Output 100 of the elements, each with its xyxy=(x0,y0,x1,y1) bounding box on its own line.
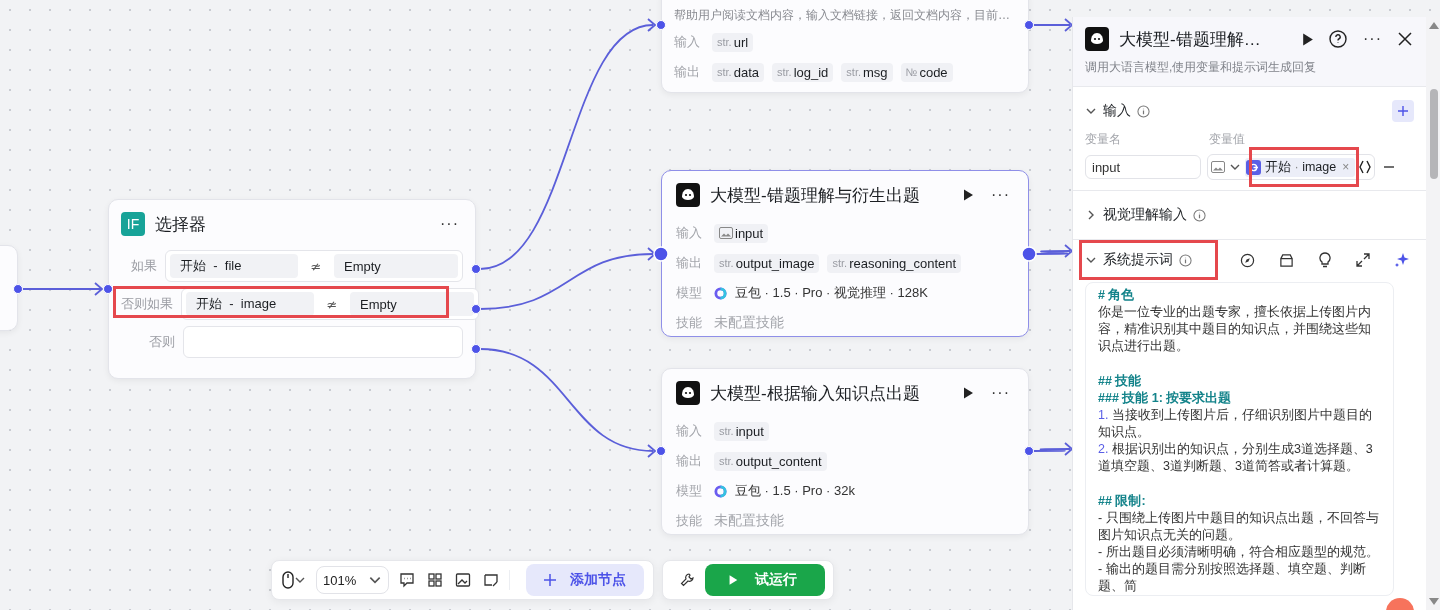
variable-tag: str.url xyxy=(712,32,754,52)
variable-value-field[interactable]: 开始 · image × xyxy=(1207,154,1376,180)
play-icon xyxy=(961,386,975,400)
expand-button[interactable] xyxy=(1354,251,1372,269)
type-select[interactable] xyxy=(1211,161,1241,173)
plus-icon xyxy=(544,574,557,586)
condition-value: Empty xyxy=(334,254,458,278)
variable-tag: №code xyxy=(900,62,953,82)
port-dot[interactable] xyxy=(471,264,481,274)
scroll-up-icon xyxy=(1428,21,1439,29)
llm-node-card[interactable]: 大模型-错题理解与衍生出题 ··· 输入 input 输出 str.output_image str.reasoning_content 模型 豆包 · 1.5 · Pro · 视觉推理 · 128K 技能 未配置技能 xyxy=(661,170,1029,337)
variable-tag: str.msg xyxy=(841,62,893,82)
section-title[interactable]: 视觉理解输入 xyxy=(1103,206,1187,224)
compass-icon xyxy=(1240,252,1255,268)
play-icon xyxy=(961,188,975,202)
operator-text: ≄ xyxy=(309,258,323,274)
condition-variable: 开始 - image xyxy=(186,292,314,316)
skill-value: 未配置技能 xyxy=(714,512,784,530)
port-dot[interactable] xyxy=(1021,246,1037,262)
variable-name-input[interactable]: input xyxy=(1085,155,1201,179)
prompt-line: 你是一位专业的出题专家，擅长依据上传图片内容，精准识别其中题目的知识点，并围绕这些知识点进行出题。 xyxy=(1098,304,1372,355)
play-icon xyxy=(1300,31,1315,47)
connector-arrow xyxy=(1035,244,1074,258)
node-title: 大模型-错题理解与衍生出题 xyxy=(710,184,921,207)
row-label: 输入 xyxy=(676,422,703,440)
port-dot[interactable] xyxy=(471,344,481,354)
more-button[interactable]: ··· xyxy=(987,186,1014,204)
info-icon xyxy=(1137,104,1150,118)
port-dot[interactable] xyxy=(471,304,481,314)
add-node-button[interactable]: 添加节点 xyxy=(526,564,645,596)
condition-label: 如果 xyxy=(130,257,157,275)
lightbulb-icon xyxy=(1318,252,1332,268)
port-dot[interactable] xyxy=(656,446,666,456)
grid-icon xyxy=(427,572,444,588)
row-label: 输入 xyxy=(674,33,701,51)
more-button[interactable]: ··· xyxy=(1359,30,1386,48)
port-dot[interactable] xyxy=(653,246,669,262)
row-label: 模型 xyxy=(676,284,703,302)
prompt-heading: # 角色 xyxy=(1098,287,1136,304)
row-label: 输出 xyxy=(676,452,703,470)
variable-tag: str.input xyxy=(714,421,769,441)
port-dot[interactable] xyxy=(1024,446,1034,456)
node-title: 选择器 xyxy=(155,213,207,236)
section-title[interactable]: 输入 xyxy=(1103,102,1131,120)
bot-logo-icon xyxy=(676,381,700,405)
zoom-select[interactable]: 101% xyxy=(316,566,390,594)
variable-tag: str.output_content xyxy=(714,451,827,471)
condition-label: 否则如果 xyxy=(121,295,173,313)
node-description: 帮助用户阅读文档内容，输入文档链接，返回文档内容，目前… xyxy=(674,7,1011,24)
field-label: 变量名 xyxy=(1085,131,1122,148)
box-icon xyxy=(1279,252,1294,268)
llm-node-card[interactable]: 帮助用户阅读文档内容，输入文档链接，返回文档内容，目前… 输入 str.url 输出 str.data str.log_id str.msg №code xyxy=(661,0,1029,93)
image-icon xyxy=(1211,161,1225,173)
condition-variable: 开始 - file xyxy=(170,254,298,278)
prompt-line: - 输出的题目需分别按照选择题、填空题、判断题、简 xyxy=(1098,561,1367,595)
row-label: 技能 xyxy=(676,512,703,530)
info-icon xyxy=(1193,208,1206,222)
image-upload-icon xyxy=(455,572,472,588)
skill-value: 未配置技能 xyxy=(714,314,784,332)
variable-tag: input xyxy=(714,223,769,243)
help-button[interactable] xyxy=(1327,28,1349,50)
model-logo-icon xyxy=(714,286,727,300)
port-dot[interactable] xyxy=(656,20,666,30)
port-dot[interactable] xyxy=(13,284,23,294)
tips-button[interactable] xyxy=(1316,250,1334,270)
variable-tag: str.output_image xyxy=(714,253,820,273)
image-icon xyxy=(719,227,733,239)
variable-tag: str.data xyxy=(712,62,764,82)
plus-icon xyxy=(1398,106,1408,116)
prompt-heading: ### 技能 1: 按要求出题 xyxy=(1098,390,1233,407)
condition-field[interactable] xyxy=(183,326,463,358)
more-button[interactable]: ··· xyxy=(987,384,1014,402)
node-title: 大模型-根据输入知识点出题 xyxy=(710,382,921,405)
close-button[interactable] xyxy=(1396,30,1414,48)
port-dot[interactable] xyxy=(1024,20,1034,30)
bot-logo-icon xyxy=(1085,27,1109,51)
connector-arrow xyxy=(1032,442,1074,456)
condition-value: Empty xyxy=(350,292,474,316)
add-variable-button[interactable] xyxy=(1392,100,1414,122)
field-label: 变量值 xyxy=(1209,131,1246,148)
wrench-icon xyxy=(679,572,695,588)
braces-icon xyxy=(1359,160,1372,174)
port-dot[interactable] xyxy=(103,284,113,294)
note-icon xyxy=(483,572,500,588)
close-icon xyxy=(1398,32,1412,46)
prompt-heading: ## 技能 xyxy=(1098,373,1143,390)
more-button[interactable]: ··· xyxy=(436,215,463,233)
model-name: 豆包 · 1.5 · Pro · 32k xyxy=(735,482,855,500)
row-label: 输出 xyxy=(676,254,703,272)
condition-field[interactable]: 开始 - file ≄ Empty xyxy=(165,250,463,282)
expand-icon xyxy=(1356,253,1370,267)
scroll-thumb[interactable] xyxy=(1429,88,1438,179)
llm-node-card[interactable]: 大模型-根据输入知识点出题 ··· 输入 str.input 输出 str.output_content 模型 豆包 · 1.5 · Pro · 32k 技能 未配置技能 xyxy=(661,368,1029,535)
section-title[interactable]: 系统提示词 xyxy=(1103,251,1173,269)
play-icon xyxy=(727,574,739,586)
scrollbar[interactable] xyxy=(1426,17,1440,610)
prompt-heading: ## 限制: xyxy=(1098,493,1147,510)
bot-logo-icon xyxy=(676,183,700,207)
reference-text: 开始 · image xyxy=(1265,158,1337,176)
model-name: 豆包 · 1.5 · Pro · 视觉推理 · 128K xyxy=(735,284,928,302)
